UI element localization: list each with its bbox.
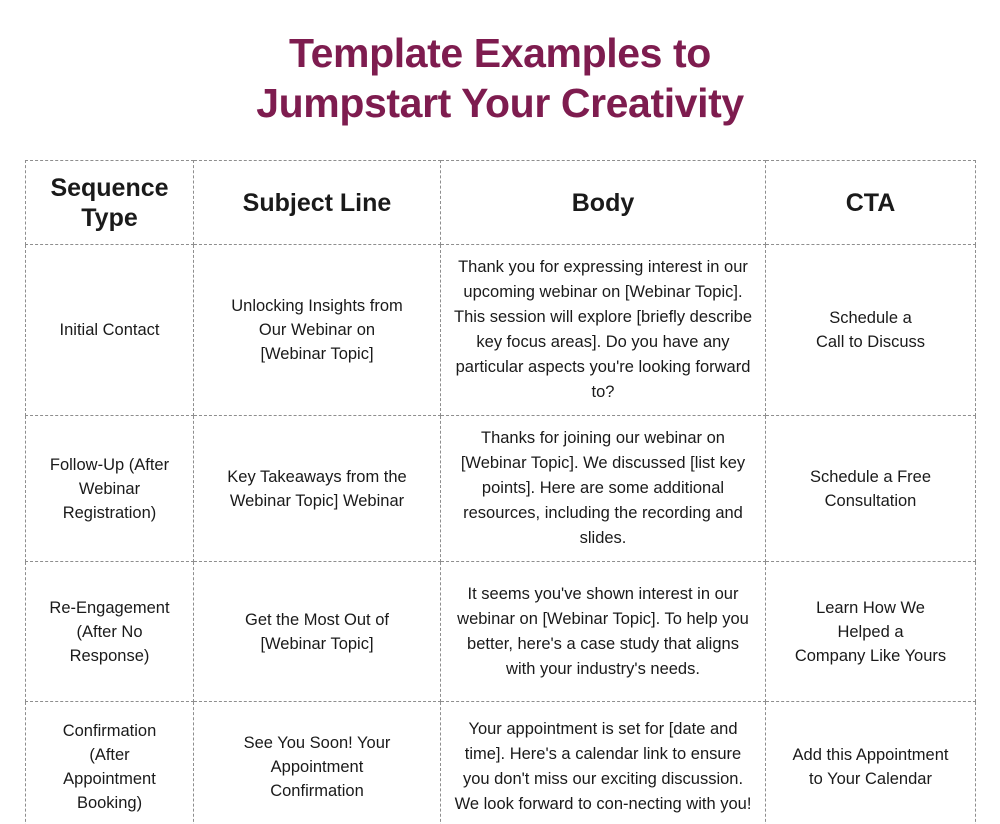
cell-subject-line: Key Takeaways from the Webinar Topic] We… [193, 415, 441, 562]
cell-sequence-type: Confirmation (After Appointment Booking) [25, 701, 194, 824]
cell-subject-line: Get the Most Out of [Webinar Topic] [193, 561, 441, 702]
table-header: Sequence Type Subject Line Body CTA [25, 160, 976, 245]
table-row: Follow-Up (After Webinar Registration) K… [25, 415, 976, 562]
template-examples-table: Sequence Type Subject Line Body CTA Init… [25, 160, 976, 824]
cell-body: Your appointment is set for [date and ti… [440, 701, 766, 824]
column-header-cta: CTA [765, 160, 976, 245]
cell-cta: Schedule a Free Consultation [765, 415, 976, 562]
column-header-body: Body [440, 160, 766, 245]
cell-sequence-type: Follow-Up (After Webinar Registration) [25, 415, 194, 562]
table-body: Initial Contact Unlocking Insights from … [25, 244, 976, 824]
page-title: Template Examples to Jumpstart Your Crea… [0, 28, 1000, 128]
table-header-row: Sequence Type Subject Line Body CTA [25, 160, 976, 245]
column-header-sequence-type: Sequence Type [25, 160, 194, 245]
cell-cta: Learn How We Helped a Company Like Yours [765, 561, 976, 702]
cell-cta: Add this Appointment to Your Calendar [765, 701, 976, 824]
table-row: Re-Engagement (After No Response) Get th… [25, 561, 976, 702]
table-row: Initial Contact Unlocking Insights from … [25, 244, 976, 416]
table-row: Confirmation (After Appointment Booking)… [25, 701, 976, 824]
infographic-page: Template Examples to Jumpstart Your Crea… [0, 0, 1000, 824]
cell-cta: Schedule a Call to Discuss [765, 244, 976, 416]
cell-body: It seems you've shown interest in our we… [440, 561, 766, 702]
cell-sequence-type: Initial Contact [25, 244, 194, 416]
cell-subject-line: See You Soon! Your Appointment Confirmat… [193, 701, 441, 824]
page-title-line-1: Template Examples to [289, 30, 711, 76]
column-header-subject-line: Subject Line [193, 160, 441, 245]
cell-body: Thank you for expressing interest in our… [440, 244, 766, 416]
page-title-line-2: Jumpstart Your Creativity [256, 80, 744, 126]
cell-body: Thanks for joining our webinar on [Webin… [440, 415, 766, 562]
cell-subject-line: Unlocking Insights from Our Webinar on [… [193, 244, 441, 416]
cell-sequence-type: Re-Engagement (After No Response) [25, 561, 194, 702]
